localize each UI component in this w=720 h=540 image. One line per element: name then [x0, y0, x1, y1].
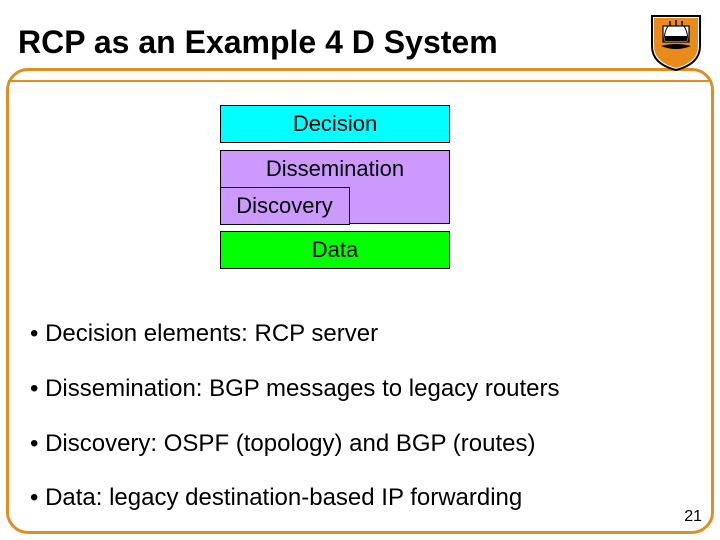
princeton-shield-icon — [650, 12, 702, 72]
page-number: 21 — [684, 508, 702, 526]
layer-dissemination: Dissemination Discovery — [220, 150, 450, 224]
bullet-item: • Dissemination: BGP messages to legacy … — [30, 375, 690, 404]
bullet-item: • Discovery: OSPF (topology) and BGP (ro… — [30, 430, 690, 459]
layer-dissemination-label: Dissemination — [266, 156, 404, 181]
title-divider — [8, 80, 712, 82]
layer-data: Data — [220, 231, 450, 269]
bullet-item: • Decision elements: RCP server — [30, 320, 690, 349]
bullet-list: • Decision elements: RCP server • Dissem… — [30, 320, 690, 539]
layer-stack: Decision Dissemination Discovery Data — [220, 105, 450, 276]
layer-decision: Decision — [220, 105, 450, 143]
bullet-item: • Data: legacy destination-based IP forw… — [30, 484, 690, 513]
title-row: RCP as an Example 4 D System — [18, 12, 702, 72]
layer-discovery: Discovery — [220, 187, 350, 225]
slide-title: RCP as an Example 4 D System — [18, 24, 498, 61]
